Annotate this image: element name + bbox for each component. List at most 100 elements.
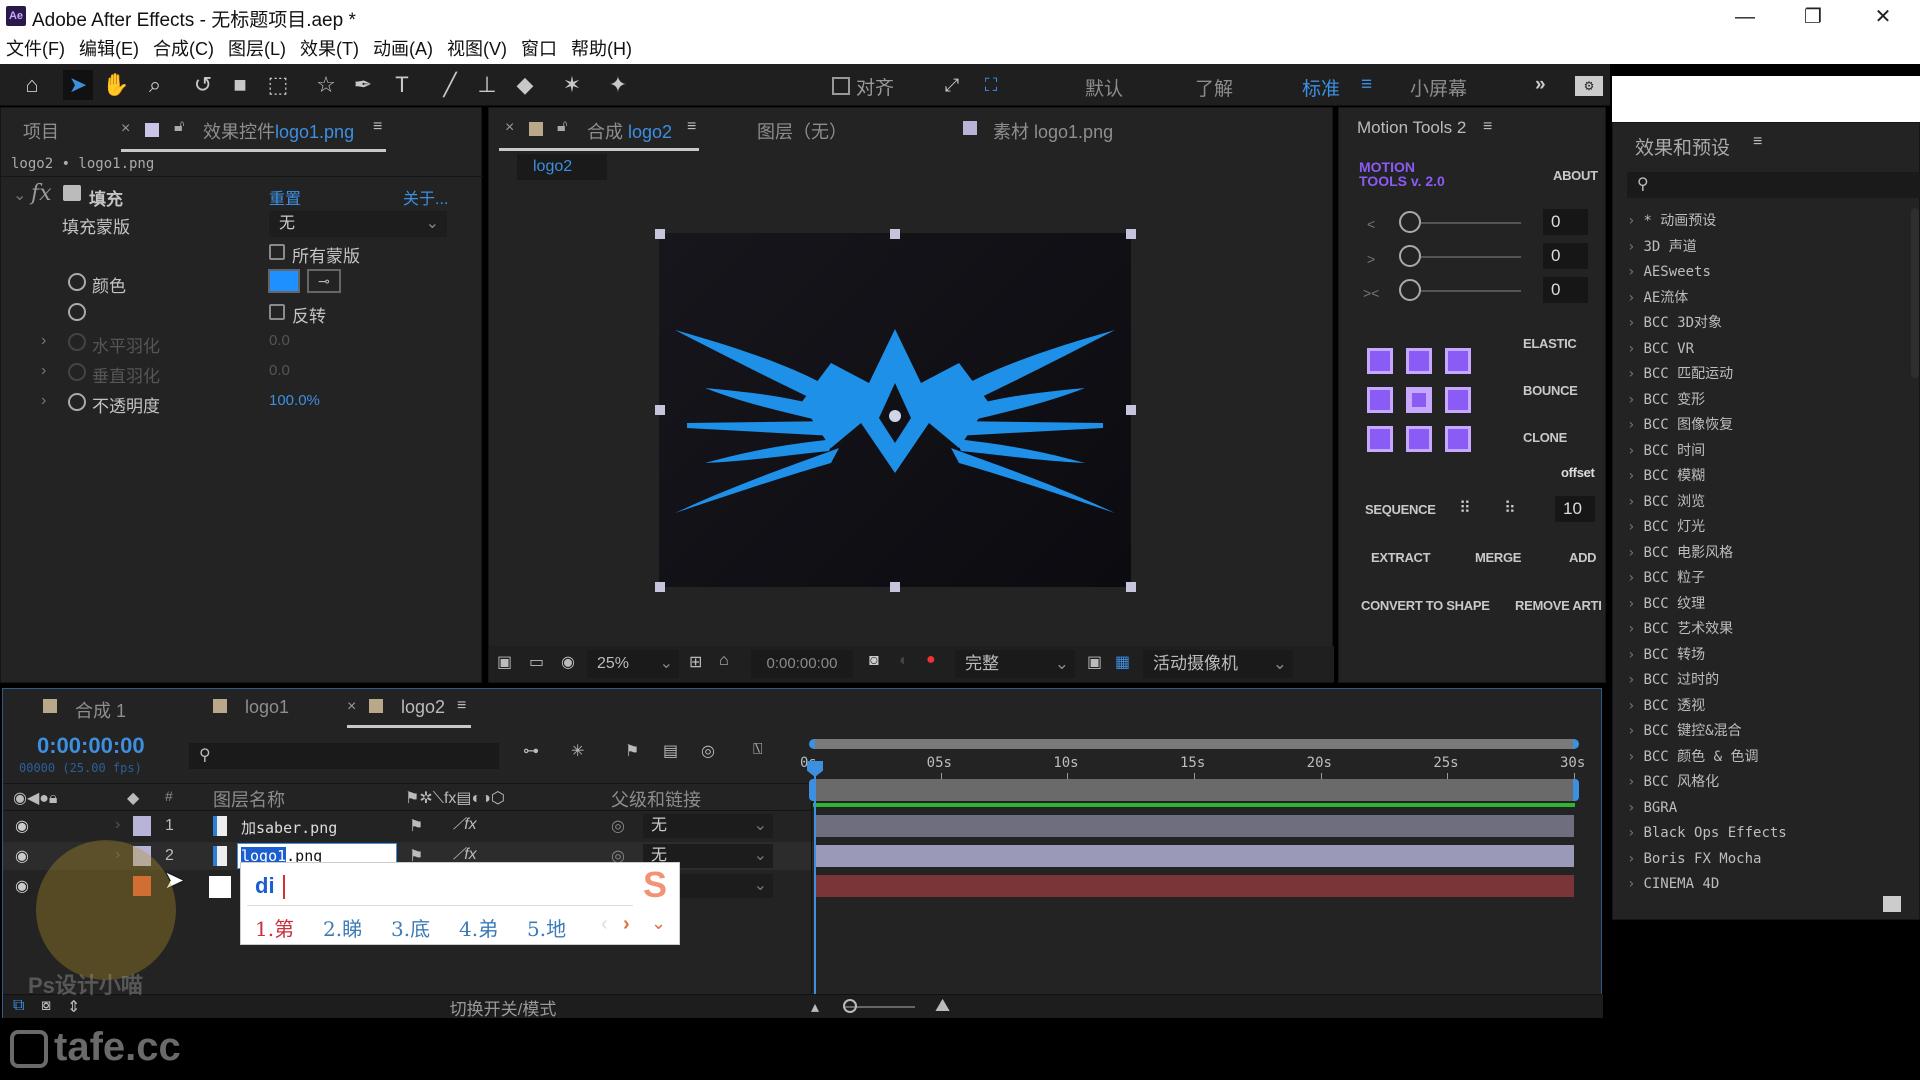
tab-composition[interactable]: 合成 logo2 [587,118,672,144]
tab-footage[interactable]: 素材 logo1.png [993,118,1113,144]
ease-out-slider-track[interactable] [1421,256,1521,258]
fx-switch-icon[interactable]: ⟋fx [453,816,477,834]
workspace-small-screen[interactable]: 小屏幕 [1410,74,1467,101]
ime-expand-icon[interactable]: ⌄ [651,913,666,934]
monitor-icon[interactable]: ▭ [529,652,544,672]
zoom-in-icon[interactable]: ⛰ [935,995,950,1016]
channel-icon[interactable]: ● [926,651,936,669]
menu-view[interactable]: 视图(V) [447,34,507,64]
eye-icon[interactable]: ◉ [15,846,29,866]
transform-handle[interactable] [890,582,900,592]
more-workspaces-button[interactable]: » [1535,74,1546,96]
eyedropper-icon[interactable]: ⊸ [307,269,341,293]
ease-in-slider-knob[interactable] [1399,211,1421,233]
comp-viewer[interactable] [659,233,1131,587]
pen-tool-icon[interactable]: ✒ [348,70,378,100]
anchor-bottom-right[interactable] [1445,426,1471,452]
eraser-tool-icon[interactable]: ◆ [510,70,540,100]
effects-category[interactable]: › BCC 浏览 [1615,490,1905,516]
bounce-button[interactable]: BOUNCE [1523,383,1578,398]
ease-both-value[interactable]: 0 [1543,277,1588,303]
anchor-bottom[interactable] [1406,426,1432,452]
grid-icon[interactable]: ⊞ [689,652,702,672]
ime-prev-page-icon[interactable]: ‹ [601,913,608,936]
ease-in-slider-track[interactable] [1421,222,1521,224]
clone-button[interactable]: CLONE [1523,430,1567,445]
ime-candidate[interactable]: 4.弟 [459,913,498,942]
mask-feather-icon[interactable]: ⛶ [976,70,1006,100]
snap-checkbox[interactable] [832,77,850,95]
eye-icon[interactable]: ◉ [15,876,29,896]
menu-effect[interactable]: 效果(T) [300,34,359,64]
convert-to-shape-button[interactable]: CONVERT TO SHAPE [1361,598,1490,613]
anchor-bottom-left[interactable] [1367,426,1393,452]
label-color-swatch[interactable] [133,816,151,836]
fast-previews-icon[interactable]: ▣ [1087,652,1102,672]
ease-both-slider-track[interactable] [1421,290,1521,292]
roto-brush-tool-icon[interactable]: ✶ [557,70,587,100]
comp-breadcrumb[interactable]: logo2 [517,154,607,180]
effects-search-input[interactable]: ⚲ [1627,172,1920,198]
transform-handle[interactable] [890,229,900,239]
effects-category[interactable]: › BCC 3D对象 [1615,311,1905,337]
effects-category[interactable]: › BCC 转场 [1615,643,1905,669]
expand-chevron-icon[interactable]: › [41,362,46,380]
fill-mask-select[interactable]: 无 ⌄ [269,211,447,237]
anchor-top[interactable] [1406,348,1432,374]
stopwatch-icon[interactable] [68,393,86,411]
expand-chevron-icon[interactable]: › [41,332,46,350]
lock-icon[interactable]: 🔓︎ [174,118,184,136]
in-out-icon[interactable]: ⇕ [67,997,80,1017]
sequence-value[interactable]: 10 [1555,496,1595,522]
stopwatch-icon[interactable] [68,273,86,291]
playhead[interactable] [814,765,816,1000]
expand-icon[interactable]: ⤢ [937,70,967,100]
eye-icon[interactable]: ◉ [15,816,29,836]
effects-category[interactable]: › * 动画预设 [1615,209,1905,235]
effects-category[interactable]: › BCC 图像恢复 [1615,413,1905,439]
effects-category[interactable]: › BCC 变形 [1615,388,1905,414]
snapshot-icon[interactable]: ◙ [869,652,879,670]
layer-name[interactable]: 加saber.png [241,817,337,838]
scrollbar[interactable] [1911,208,1919,378]
effects-category[interactable]: › 3D 声道 [1615,235,1905,261]
ime-next-page-icon[interactable]: › [623,913,630,936]
effects-category[interactable]: › CINEMA 4D [1615,872,1905,898]
settings-icon[interactable]: ⚙ [1575,76,1603,96]
color-swatch[interactable] [268,269,300,293]
remove-artboard-button[interactable]: REMOVE ARTI [1515,598,1602,613]
anchor-top-right[interactable] [1445,348,1471,374]
zoom-tool-icon[interactable]: ⌕ [140,70,170,100]
close-button[interactable]: ✕ [1848,0,1918,34]
region-of-interest-icon[interactable]: ⌂ [719,652,729,670]
home-icon[interactable]: ⌂ [17,70,47,100]
anchor-center[interactable] [1406,387,1432,413]
layer-duration-bar[interactable] [814,815,1574,837]
pan-behind-tool-icon[interactable]: ⬚ [263,70,293,100]
effects-category[interactable]: › Black Ops Effects [1615,821,1905,847]
collapse-chevron-icon[interactable]: ⌄ [13,185,26,205]
panel-menu-icon[interactable]: ≡ [373,118,382,136]
zoom-out-icon[interactable]: ▴ [811,997,819,1017]
workspace-standard[interactable]: 标准 [1302,74,1340,101]
ease-in-value[interactable]: 0 [1543,209,1588,235]
layer-name-header[interactable]: 图层名称 [213,786,285,812]
menu-help[interactable]: 帮助(H) [571,34,632,64]
effects-category[interactable]: › BCC 时间 [1615,439,1905,465]
close-tab-icon[interactable]: × [121,120,130,138]
mask-visibility-icon[interactable]: ◉ [561,652,575,672]
effects-category[interactable]: › BCC 粒子 [1615,566,1905,592]
tab-project[interactable]: 项目 [23,118,59,144]
effects-category[interactable]: › BCC 艺术效果 [1615,617,1905,643]
rotate-tool-icon[interactable]: ↺ [188,70,218,100]
effects-category[interactable]: › BCC VR [1615,337,1905,363]
ime-candidate[interactable]: 2.睇 [323,913,362,942]
anchor-right[interactable] [1445,387,1471,413]
minimize-button[interactable]: — [1710,0,1780,34]
anchor-left[interactable] [1367,387,1393,413]
restore-button[interactable]: ❐ [1778,0,1848,34]
tab-layer[interactable]: 图层（无） [757,118,847,144]
toggle-switches-modes-button[interactable]: 切换开关/模式 [403,995,603,1019]
camera-select[interactable]: 活动摄像机 ⌄ [1143,650,1293,678]
layer-duration-bar[interactable] [814,845,1574,867]
